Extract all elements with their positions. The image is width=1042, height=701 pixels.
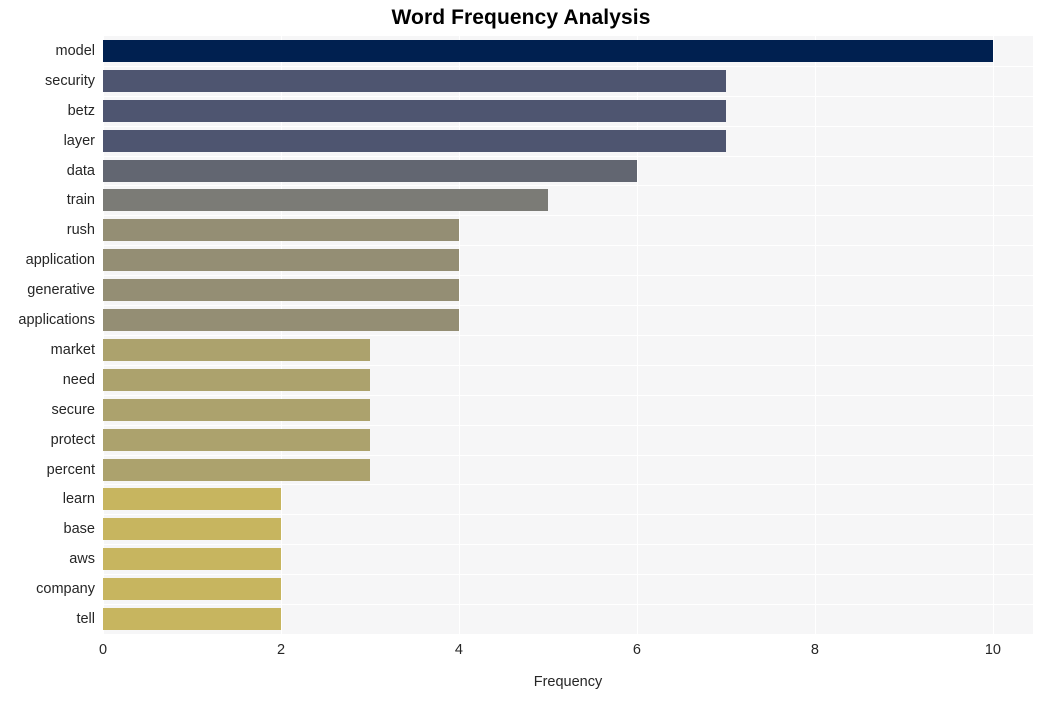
gridline-y bbox=[103, 574, 1033, 575]
gridline-y bbox=[103, 156, 1033, 157]
bar-market bbox=[103, 338, 370, 361]
gridline-y bbox=[103, 455, 1033, 456]
bar-data bbox=[103, 159, 637, 182]
y-tick-label-tell: tell bbox=[76, 611, 95, 628]
x-tick-label-6: 6 bbox=[632, 642, 641, 658]
y-tick-label-data: data bbox=[66, 162, 95, 179]
plot-area bbox=[103, 36, 1033, 634]
y-tick-label-percent: percent bbox=[46, 461, 95, 478]
bar-percent bbox=[103, 458, 370, 481]
y-tick-label-learn: learn bbox=[62, 491, 95, 508]
y-tick-label-aws: aws bbox=[69, 551, 95, 568]
x-tick-label-8: 8 bbox=[810, 642, 819, 658]
gridline-y bbox=[103, 425, 1033, 426]
bar-secure bbox=[103, 398, 370, 421]
y-tick-label-need: need bbox=[62, 371, 95, 388]
gridline-y bbox=[103, 66, 1033, 67]
gridline-y bbox=[103, 484, 1033, 485]
x-tick-label-4: 4 bbox=[454, 642, 463, 658]
y-tick-label-secure: secure bbox=[51, 401, 95, 418]
gridline-y bbox=[103, 275, 1033, 276]
y-axis-tick-labels: model security betz layer data train rush appli… bbox=[0, 36, 95, 634]
bar-tell bbox=[103, 608, 281, 631]
y-tick-label-security: security bbox=[45, 72, 95, 89]
y-tick-label-model: model bbox=[55, 42, 96, 59]
bar-aws bbox=[103, 548, 281, 571]
y-tick-label-layer: layer bbox=[63, 132, 95, 149]
bar-rush bbox=[103, 219, 459, 242]
x-axis-label: Frequency bbox=[533, 674, 603, 690]
bar-application bbox=[103, 249, 459, 272]
chart-title: Word Frequency Analysis bbox=[391, 6, 651, 29]
word-frequency-chart: Word Frequency Analysis model security bet… bbox=[0, 0, 1042, 701]
gridline-y bbox=[103, 96, 1033, 97]
gridline-y bbox=[103, 604, 1033, 605]
y-tick-label-applications: applications bbox=[18, 312, 95, 329]
bar-need bbox=[103, 368, 370, 391]
bar-layer bbox=[103, 129, 726, 152]
bar-learn bbox=[103, 488, 281, 511]
y-tick-label-rush: rush bbox=[66, 222, 95, 239]
bar-model bbox=[103, 39, 993, 62]
bar-company bbox=[103, 578, 281, 601]
bar-security bbox=[103, 69, 726, 92]
gridline-y bbox=[103, 395, 1033, 396]
gridline-y bbox=[103, 126, 1033, 127]
bar-applications bbox=[103, 309, 459, 332]
y-tick-label-market: market bbox=[50, 341, 95, 358]
gridline-y bbox=[103, 185, 1033, 186]
x-tick-label-2: 2 bbox=[276, 642, 286, 658]
y-tick-label-application: application bbox=[25, 252, 95, 269]
gridline-y bbox=[103, 335, 1033, 336]
bar-generative bbox=[103, 279, 459, 302]
gridline-y bbox=[103, 215, 1033, 216]
y-tick-label-company: company bbox=[36, 581, 95, 598]
y-tick-label-betz: betz bbox=[67, 102, 95, 119]
gridline-y bbox=[103, 514, 1033, 515]
bar-base bbox=[103, 518, 281, 541]
y-tick-label-train: train bbox=[66, 192, 95, 209]
y-tick-label-protect: protect bbox=[50, 431, 95, 448]
x-tick-label-0: 0 bbox=[98, 642, 108, 658]
bar-betz bbox=[103, 99, 726, 122]
gridline-y bbox=[103, 305, 1033, 306]
bar-protect bbox=[103, 428, 370, 451]
gridline-y bbox=[103, 365, 1033, 366]
gridline-y bbox=[103, 544, 1033, 545]
gridline-y bbox=[103, 245, 1033, 246]
y-tick-label-base: base bbox=[63, 521, 95, 538]
y-tick-label-generative: generative bbox=[27, 282, 95, 299]
x-tick-label-10: 10 bbox=[984, 642, 1001, 658]
bar-train bbox=[103, 189, 548, 212]
